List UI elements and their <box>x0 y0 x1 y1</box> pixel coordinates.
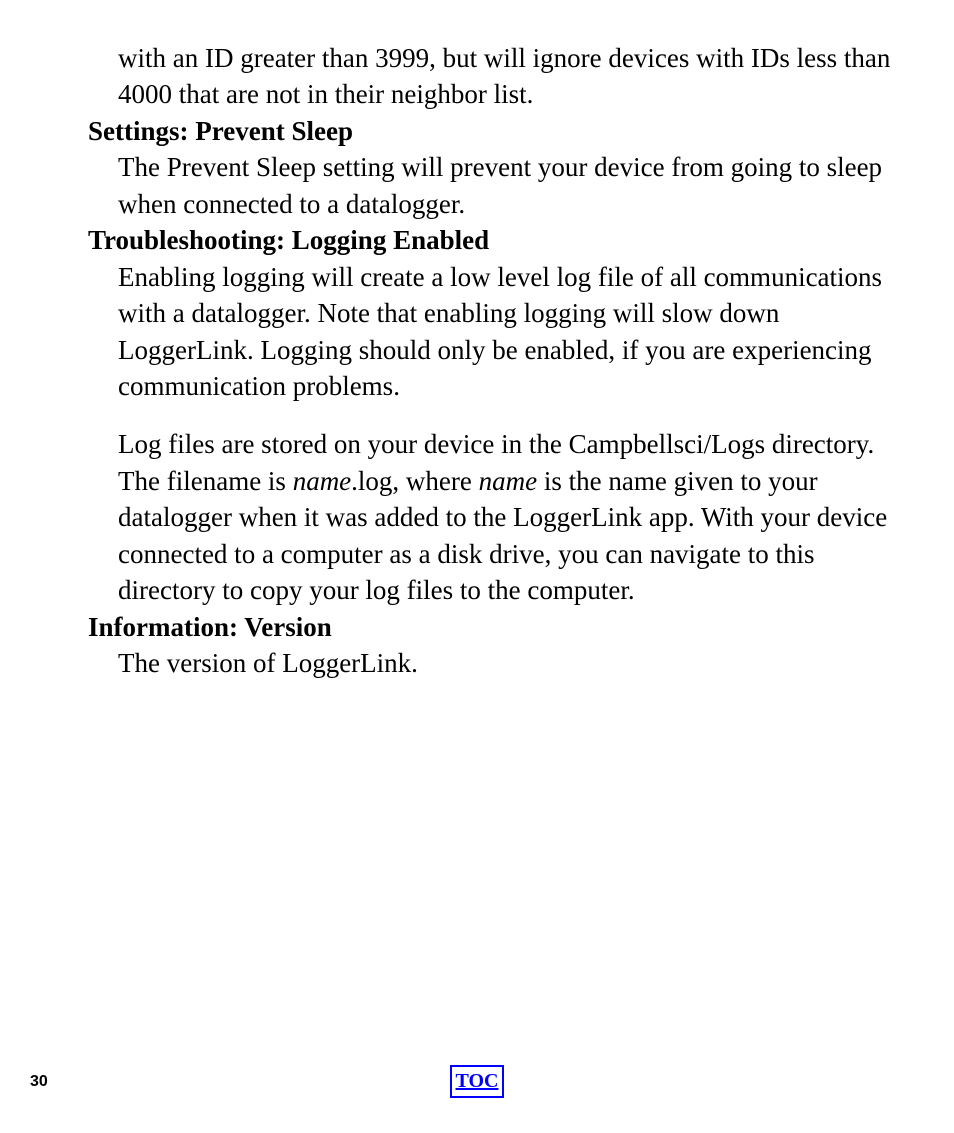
text-prevent-sleep: The Prevent Sleep setting will prevent y… <box>88 149 904 222</box>
text-troubleshooting-1: Enabling logging will create a low level… <box>88 259 904 405</box>
page-number: 30 <box>30 1071 48 1093</box>
text-segment: .log, where <box>351 466 478 496</box>
toc-link[interactable]: TOC <box>450 1065 505 1098</box>
text-version: The version of LoggerLink. <box>88 645 904 681</box>
page-footer: 30 TOC <box>0 1065 954 1098</box>
italic-name-2: name <box>479 466 537 496</box>
heading-troubleshooting: Troubleshooting: Logging Enabled <box>88 222 904 258</box>
partial-paragraph: with an ID greater than 3999, but will i… <box>88 40 904 113</box>
italic-name-1: name <box>293 466 351 496</box>
text-log-files: Log files are stored on your device in t… <box>88 426 904 608</box>
heading-information-version: Information: Version <box>88 609 904 645</box>
heading-prevent-sleep: Settings: Prevent Sleep <box>88 113 904 149</box>
page-content: with an ID greater than 3999, but will i… <box>0 40 954 681</box>
